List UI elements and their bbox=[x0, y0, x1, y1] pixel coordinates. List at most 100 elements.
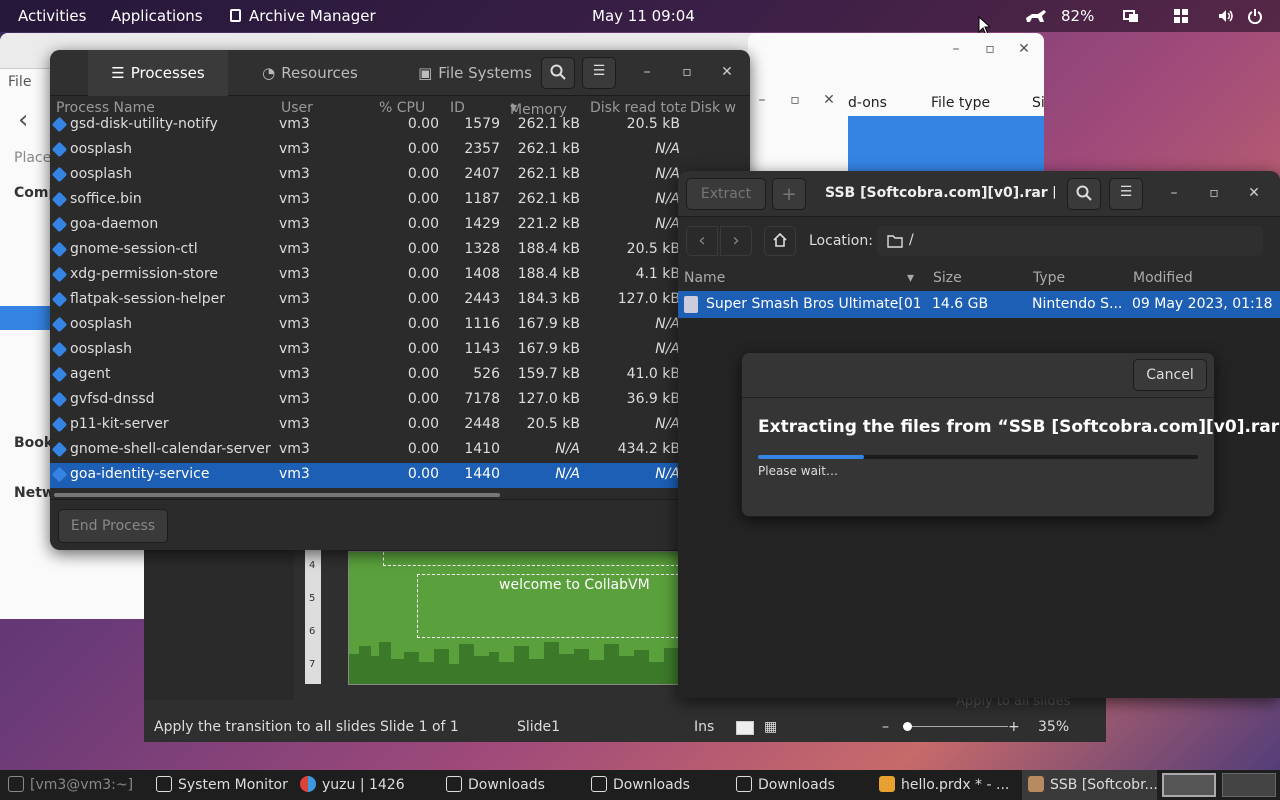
cell-disk: 41.0 kB bbox=[626, 366, 680, 382]
table-row[interactable]: p11-kit-server vm3 0.00 2448 20.5 kB N/A bbox=[50, 413, 680, 438]
table-row[interactable]: gnome-session-ctl vm3 0.00 1328 188.4 kB 20.5… bbox=[50, 238, 680, 263]
task-system-monitor[interactable]: System Monitor bbox=[156, 770, 288, 800]
process-icon bbox=[51, 116, 68, 133]
task-impress[interactable]: hello.prdx * - ... bbox=[879, 770, 1009, 800]
forward-chevron-icon[interactable]: › bbox=[720, 226, 752, 256]
clock[interactable]: May 11 09:04 bbox=[592, 7, 695, 25]
close-icon[interactable]: ✕ bbox=[1014, 41, 1034, 57]
table-row[interactable]: goa-daemon vm3 0.00 1429 221.2 kB N/A bbox=[50, 213, 680, 238]
minimize-icon[interactable]: – bbox=[752, 92, 772, 108]
process-icon bbox=[51, 141, 68, 158]
app-menu[interactable]: Archive Manager bbox=[230, 7, 376, 25]
files-selected-row[interactable] bbox=[848, 116, 1044, 172]
column-disk-write[interactable]: Disk w bbox=[690, 100, 738, 116]
zoom-slider[interactable] bbox=[904, 726, 1008, 727]
task-downloads-2[interactable]: Downloads bbox=[591, 770, 690, 800]
maximize-icon[interactable]: ▫ bbox=[785, 92, 805, 108]
menu-file[interactable]: File bbox=[8, 74, 31, 90]
table-row[interactable]: oosplash vm3 0.00 1116 167.9 kB N/A bbox=[50, 313, 680, 338]
table-row[interactable]: gvfsd-dnssd vm3 0.00 7178 127.0 kB 36.9 kB bbox=[50, 388, 680, 413]
file-row[interactable]: Super Smash Bros Ultimate[01... 14.6 GB … bbox=[678, 291, 1280, 318]
slide-canvas[interactable]: welcome to CollabVM bbox=[348, 551, 689, 685]
cell-mem: 262.1 kB bbox=[517, 191, 580, 207]
volume-icon[interactable] bbox=[1218, 8, 1234, 24]
maximize-icon[interactable]: ▫ bbox=[980, 41, 1000, 57]
column-modified[interactable]: Modified bbox=[1133, 270, 1193, 286]
task-yuzu[interactable]: yuzu | 1426 bbox=[300, 770, 405, 800]
horizontal-scrollbar[interactable] bbox=[54, 493, 500, 497]
cell-cpu: 0.00 bbox=[407, 116, 439, 132]
column-size[interactable]: Si bbox=[1032, 95, 1044, 111]
cell-id: 1410 bbox=[464, 441, 500, 457]
cell-id: 526 bbox=[473, 366, 500, 382]
process-icon bbox=[51, 316, 68, 333]
column-type[interactable]: Type bbox=[1033, 270, 1065, 286]
maximize-icon[interactable]: ▫ bbox=[677, 64, 697, 80]
table-row[interactable]: gsd-disk-utility-notify vm3 0.00 1579 262.1 … bbox=[50, 113, 680, 138]
table-row[interactable]: agent vm3 0.00 526 159.7 kB 41.0 kB bbox=[50, 363, 680, 388]
zoom-level[interactable]: 35% bbox=[1038, 719, 1069, 735]
cancel-button[interactable]: Cancel bbox=[1133, 359, 1207, 391]
column-addons[interactable]: d-ons bbox=[848, 95, 887, 111]
home-button[interactable] bbox=[764, 226, 796, 256]
activities-button[interactable]: Activities bbox=[18, 7, 86, 25]
power-icon[interactable] bbox=[1247, 8, 1263, 24]
tab-processes[interactable]: ☰ Processes bbox=[88, 50, 228, 96]
back-chevron-icon[interactable]: ‹ bbox=[686, 226, 718, 256]
power-profile-icon[interactable] bbox=[1024, 8, 1050, 24]
cell-user: vm3 bbox=[279, 216, 310, 232]
close-icon[interactable]: ✕ bbox=[717, 64, 737, 80]
table-row[interactable]: soffice.bin vm3 0.00 1187 262.1 kB N/A bbox=[50, 188, 680, 213]
process-list[interactable]: gsd-disk-utility-notify vm3 0.00 1579 262.1 … bbox=[50, 113, 680, 493]
table-row[interactable]: gnome-shell-calendar-server vm3 0.00 1410 N/… bbox=[50, 438, 680, 463]
search-button[interactable] bbox=[541, 57, 575, 89]
extract-button[interactable]: Extract bbox=[686, 178, 766, 210]
archive-icon bbox=[230, 9, 241, 22]
display-icon[interactable] bbox=[1123, 8, 1139, 24]
tab-resources[interactable]: ◔ Resources bbox=[230, 50, 390, 96]
end-process-button[interactable]: End Process bbox=[58, 509, 168, 543]
workspace-2[interactable] bbox=[1222, 773, 1276, 797]
process-icon bbox=[51, 416, 68, 433]
zoom-out-icon[interactable]: – bbox=[882, 719, 889, 735]
table-row[interactable]: goa-identity-service vm3 0.00 1440 N/A N/A bbox=[50, 463, 680, 488]
table-row[interactable]: oosplash vm3 0.00 2407 262.1 kB N/A bbox=[50, 163, 680, 188]
menu-button[interactable]: ☰ bbox=[582, 57, 616, 89]
table-row[interactable]: xdg-permission-store vm3 0.00 1408 188.4 kB 4… bbox=[50, 263, 680, 288]
table-row[interactable]: flatpak-session-helper vm3 0.00 2443 184.3 k… bbox=[50, 288, 680, 313]
task-archive[interactable]: SSB [Softcobr... bbox=[1022, 770, 1158, 800]
close-icon[interactable]: ✕ bbox=[819, 92, 839, 108]
battery-percent[interactable]: 82% bbox=[1061, 7, 1094, 25]
view-grid-icon[interactable]: ▦ bbox=[764, 719, 777, 735]
search-button[interactable] bbox=[1067, 178, 1101, 210]
table-row[interactable]: oosplash vm3 0.00 1143 167.9 kB N/A bbox=[50, 338, 680, 363]
menu-button[interactable]: ☰ bbox=[1109, 178, 1143, 210]
process-icon bbox=[51, 466, 68, 483]
task-terminal[interactable]: [vm3@vm3:~] bbox=[8, 770, 133, 800]
maximize-icon[interactable]: ▫ bbox=[1204, 185, 1224, 201]
column-name[interactable]: Name bbox=[684, 270, 725, 286]
minimize-icon[interactable]: – bbox=[946, 41, 966, 57]
column-size[interactable]: Size bbox=[933, 270, 962, 286]
app-name: Archive Manager bbox=[249, 7, 376, 25]
zoom-slider-handle[interactable] bbox=[903, 722, 912, 731]
apps-grid-icon[interactable] bbox=[1173, 8, 1189, 24]
applications-menu[interactable]: Applications bbox=[111, 7, 203, 25]
zoom-in-icon[interactable]: + bbox=[1008, 719, 1020, 735]
minimize-icon[interactable]: – bbox=[637, 64, 657, 80]
task-downloads-3[interactable]: Downloads bbox=[736, 770, 835, 800]
tab-file-systems[interactable]: ▣ File Systems bbox=[390, 50, 560, 96]
close-icon[interactable]: ✕ bbox=[1244, 185, 1264, 201]
task-downloads-1[interactable]: Downloads bbox=[446, 770, 545, 800]
column-filetype[interactable]: File type bbox=[931, 95, 990, 111]
table-row[interactable]: oosplash vm3 0.00 2357 262.1 kB N/A bbox=[50, 138, 680, 163]
view-normal-icon[interactable] bbox=[736, 721, 754, 735]
minimize-icon[interactable]: – bbox=[1164, 185, 1184, 201]
title-box-frame[interactable] bbox=[383, 552, 689, 566]
insert-mode[interactable]: Ins bbox=[694, 719, 714, 735]
location-field[interactable]: / bbox=[877, 226, 1263, 256]
workspace-1[interactable] bbox=[1162, 773, 1216, 797]
back-chevron-icon[interactable]: ‹ bbox=[18, 105, 28, 135]
add-button[interactable]: + bbox=[772, 178, 806, 210]
sort-down-icon: ▾ bbox=[907, 270, 915, 286]
